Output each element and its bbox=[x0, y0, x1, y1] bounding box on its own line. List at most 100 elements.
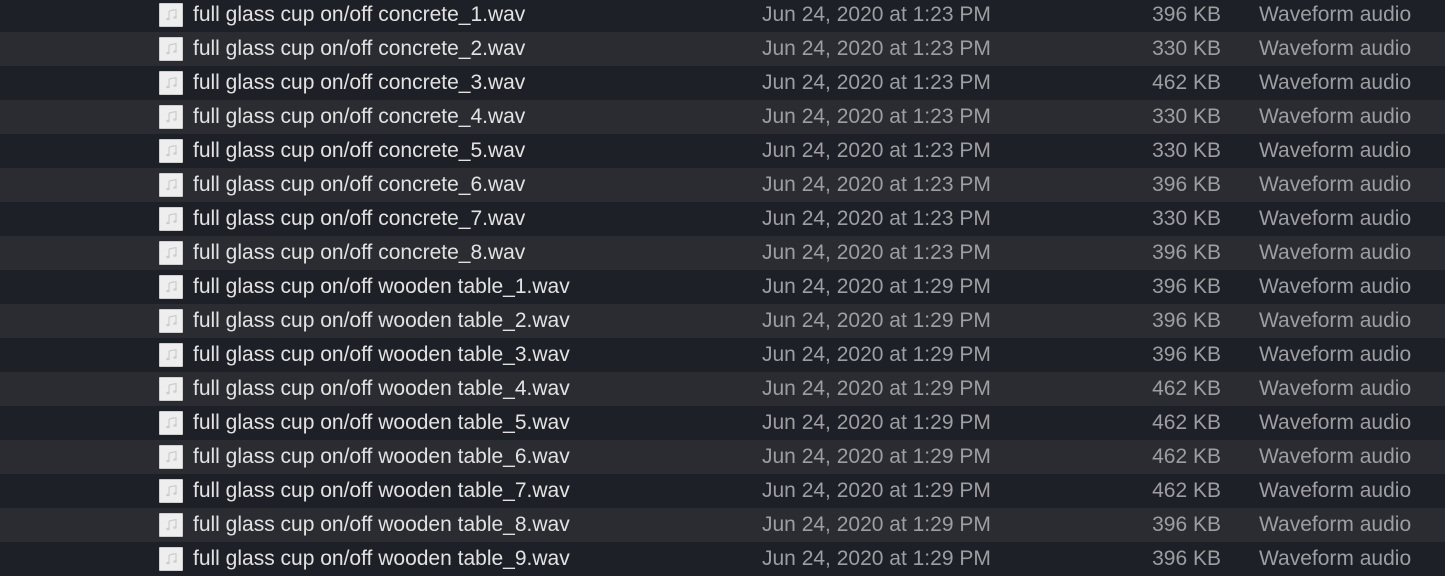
file-name: full glass cup on/off concrete_4.wav bbox=[193, 105, 526, 128]
audio-file-icon bbox=[159, 173, 183, 197]
file-row[interactable]: full glass cup on/off wooden table_6.wav… bbox=[0, 440, 1445, 474]
file-row[interactable]: full glass cup on/off concrete_7.wav Jun … bbox=[0, 202, 1445, 236]
file-size: 330 KB bbox=[1152, 105, 1221, 128]
file-size: 396 KB bbox=[1152, 3, 1221, 26]
file-kind: Waveform audio bbox=[1259, 207, 1412, 230]
file-name: full glass cup on/off wooden table_7.wav bbox=[193, 479, 570, 502]
file-size: 396 KB bbox=[1152, 173, 1221, 196]
file-size: 462 KB bbox=[1152, 71, 1221, 94]
file-row[interactable]: full glass cup on/off concrete_6.wav Jun … bbox=[0, 168, 1445, 202]
date-modified: Jun 24, 2020 at 1:23 PM bbox=[762, 71, 991, 94]
date-modified: Jun 24, 2020 at 1:29 PM bbox=[762, 513, 991, 536]
file-name: full glass cup on/off wooden table_2.wav bbox=[193, 309, 570, 332]
date-modified: Jun 24, 2020 at 1:29 PM bbox=[762, 547, 991, 570]
file-row[interactable]: full glass cup on/off concrete_8.wav Jun … bbox=[0, 236, 1445, 270]
date-modified: Jun 24, 2020 at 1:23 PM bbox=[762, 37, 991, 60]
file-row[interactable]: full glass cup on/off wooden table_4.wav… bbox=[0, 372, 1445, 406]
audio-file-icon bbox=[159, 479, 183, 503]
file-name: full glass cup on/off wooden table_1.wav bbox=[193, 275, 570, 298]
file-kind: Waveform audio bbox=[1259, 445, 1412, 468]
file-size: 396 KB bbox=[1152, 547, 1221, 570]
audio-file-icon bbox=[159, 513, 183, 537]
date-modified: Jun 24, 2020 at 1:23 PM bbox=[762, 139, 991, 162]
file-row[interactable]: full glass cup on/off wooden table_8.wav… bbox=[0, 508, 1445, 542]
file-row[interactable]: full glass cup on/off concrete_3.wav Jun … bbox=[0, 66, 1445, 100]
date-modified: Jun 24, 2020 at 1:29 PM bbox=[762, 445, 991, 468]
file-size: 396 KB bbox=[1152, 513, 1221, 536]
file-kind: Waveform audio bbox=[1259, 241, 1412, 264]
audio-file-icon bbox=[159, 343, 183, 367]
date-modified: Jun 24, 2020 at 1:23 PM bbox=[762, 105, 991, 128]
date-modified: Jun 24, 2020 at 1:29 PM bbox=[762, 377, 991, 400]
file-size: 462 KB bbox=[1152, 411, 1221, 434]
audio-file-icon bbox=[159, 105, 183, 129]
file-size: 396 KB bbox=[1152, 343, 1221, 366]
audio-file-icon bbox=[159, 275, 183, 299]
audio-file-icon bbox=[159, 3, 183, 27]
file-name: full glass cup on/off concrete_5.wav bbox=[193, 139, 526, 162]
file-name: full glass cup on/off concrete_8.wav bbox=[193, 241, 526, 264]
file-name: full glass cup on/off wooden table_6.wav bbox=[193, 445, 570, 468]
file-kind: Waveform audio bbox=[1259, 343, 1412, 366]
file-name: full glass cup on/off wooden table_9.wav bbox=[193, 547, 570, 570]
file-list: full glass cup on/off concrete_1.wav Jun … bbox=[0, 0, 1445, 576]
audio-file-icon bbox=[159, 547, 183, 571]
audio-file-icon bbox=[159, 71, 183, 95]
file-kind: Waveform audio bbox=[1259, 479, 1412, 502]
date-modified: Jun 24, 2020 at 1:29 PM bbox=[762, 343, 991, 366]
audio-file-icon bbox=[159, 207, 183, 231]
file-size: 462 KB bbox=[1152, 377, 1221, 400]
file-row[interactable]: full glass cup on/off concrete_1.wav Jun … bbox=[0, 0, 1445, 32]
file-name: full glass cup on/off concrete_1.wav bbox=[193, 3, 526, 26]
file-name: full glass cup on/off concrete_2.wav bbox=[193, 37, 526, 60]
file-row[interactable]: full glass cup on/off wooden table_9.wav… bbox=[0, 542, 1445, 576]
file-kind: Waveform audio bbox=[1259, 547, 1412, 570]
audio-file-icon bbox=[159, 377, 183, 401]
file-kind: Waveform audio bbox=[1259, 275, 1412, 298]
file-row[interactable]: full glass cup on/off concrete_2.wav Jun … bbox=[0, 32, 1445, 66]
date-modified: Jun 24, 2020 at 1:23 PM bbox=[762, 3, 991, 26]
file-row[interactable]: full glass cup on/off wooden table_5.wav… bbox=[0, 406, 1445, 440]
file-size: 396 KB bbox=[1152, 309, 1221, 332]
audio-file-icon bbox=[159, 309, 183, 333]
file-kind: Waveform audio bbox=[1259, 411, 1412, 434]
file-kind: Waveform audio bbox=[1259, 139, 1412, 162]
date-modified: Jun 24, 2020 at 1:29 PM bbox=[762, 479, 991, 502]
file-row[interactable]: full glass cup on/off wooden table_3.wav… bbox=[0, 338, 1445, 372]
file-name: full glass cup on/off wooden table_8.wav bbox=[193, 513, 570, 536]
file-size: 330 KB bbox=[1152, 139, 1221, 162]
file-row[interactable]: full glass cup on/off wooden table_7.wav… bbox=[0, 474, 1445, 508]
audio-file-icon bbox=[159, 411, 183, 435]
file-size: 396 KB bbox=[1152, 275, 1221, 298]
file-kind: Waveform audio bbox=[1259, 309, 1412, 332]
date-modified: Jun 24, 2020 at 1:23 PM bbox=[762, 241, 991, 264]
file-kind: Waveform audio bbox=[1259, 377, 1412, 400]
audio-file-icon bbox=[159, 241, 183, 265]
file-row[interactable]: full glass cup on/off concrete_5.wav Jun … bbox=[0, 134, 1445, 168]
file-name: full glass cup on/off concrete_6.wav bbox=[193, 173, 526, 196]
audio-file-icon bbox=[159, 139, 183, 163]
file-kind: Waveform audio bbox=[1259, 173, 1412, 196]
file-kind: Waveform audio bbox=[1259, 3, 1412, 26]
file-name: full glass cup on/off concrete_7.wav bbox=[193, 207, 526, 230]
audio-file-icon bbox=[159, 37, 183, 61]
file-size: 330 KB bbox=[1152, 37, 1221, 60]
date-modified: Jun 24, 2020 at 1:29 PM bbox=[762, 275, 991, 298]
file-size: 396 KB bbox=[1152, 241, 1221, 264]
file-size: 330 KB bbox=[1152, 207, 1221, 230]
file-kind: Waveform audio bbox=[1259, 37, 1412, 60]
date-modified: Jun 24, 2020 at 1:23 PM bbox=[762, 207, 991, 230]
date-modified: Jun 24, 2020 at 1:29 PM bbox=[762, 309, 991, 332]
file-name: full glass cup on/off wooden table_3.wav bbox=[193, 343, 570, 366]
date-modified: Jun 24, 2020 at 1:23 PM bbox=[762, 173, 991, 196]
file-size: 462 KB bbox=[1152, 445, 1221, 468]
file-kind: Waveform audio bbox=[1259, 513, 1412, 536]
audio-file-icon bbox=[159, 445, 183, 469]
file-row[interactable]: full glass cup on/off wooden table_1.wav… bbox=[0, 270, 1445, 304]
file-name: full glass cup on/off wooden table_4.wav bbox=[193, 377, 570, 400]
file-row[interactable]: full glass cup on/off wooden table_2.wav… bbox=[0, 304, 1445, 338]
file-row[interactable]: full glass cup on/off concrete_4.wav Jun … bbox=[0, 100, 1445, 134]
file-name: full glass cup on/off wooden table_5.wav bbox=[193, 411, 570, 434]
file-name: full glass cup on/off concrete_3.wav bbox=[193, 71, 526, 94]
file-size: 462 KB bbox=[1152, 479, 1221, 502]
